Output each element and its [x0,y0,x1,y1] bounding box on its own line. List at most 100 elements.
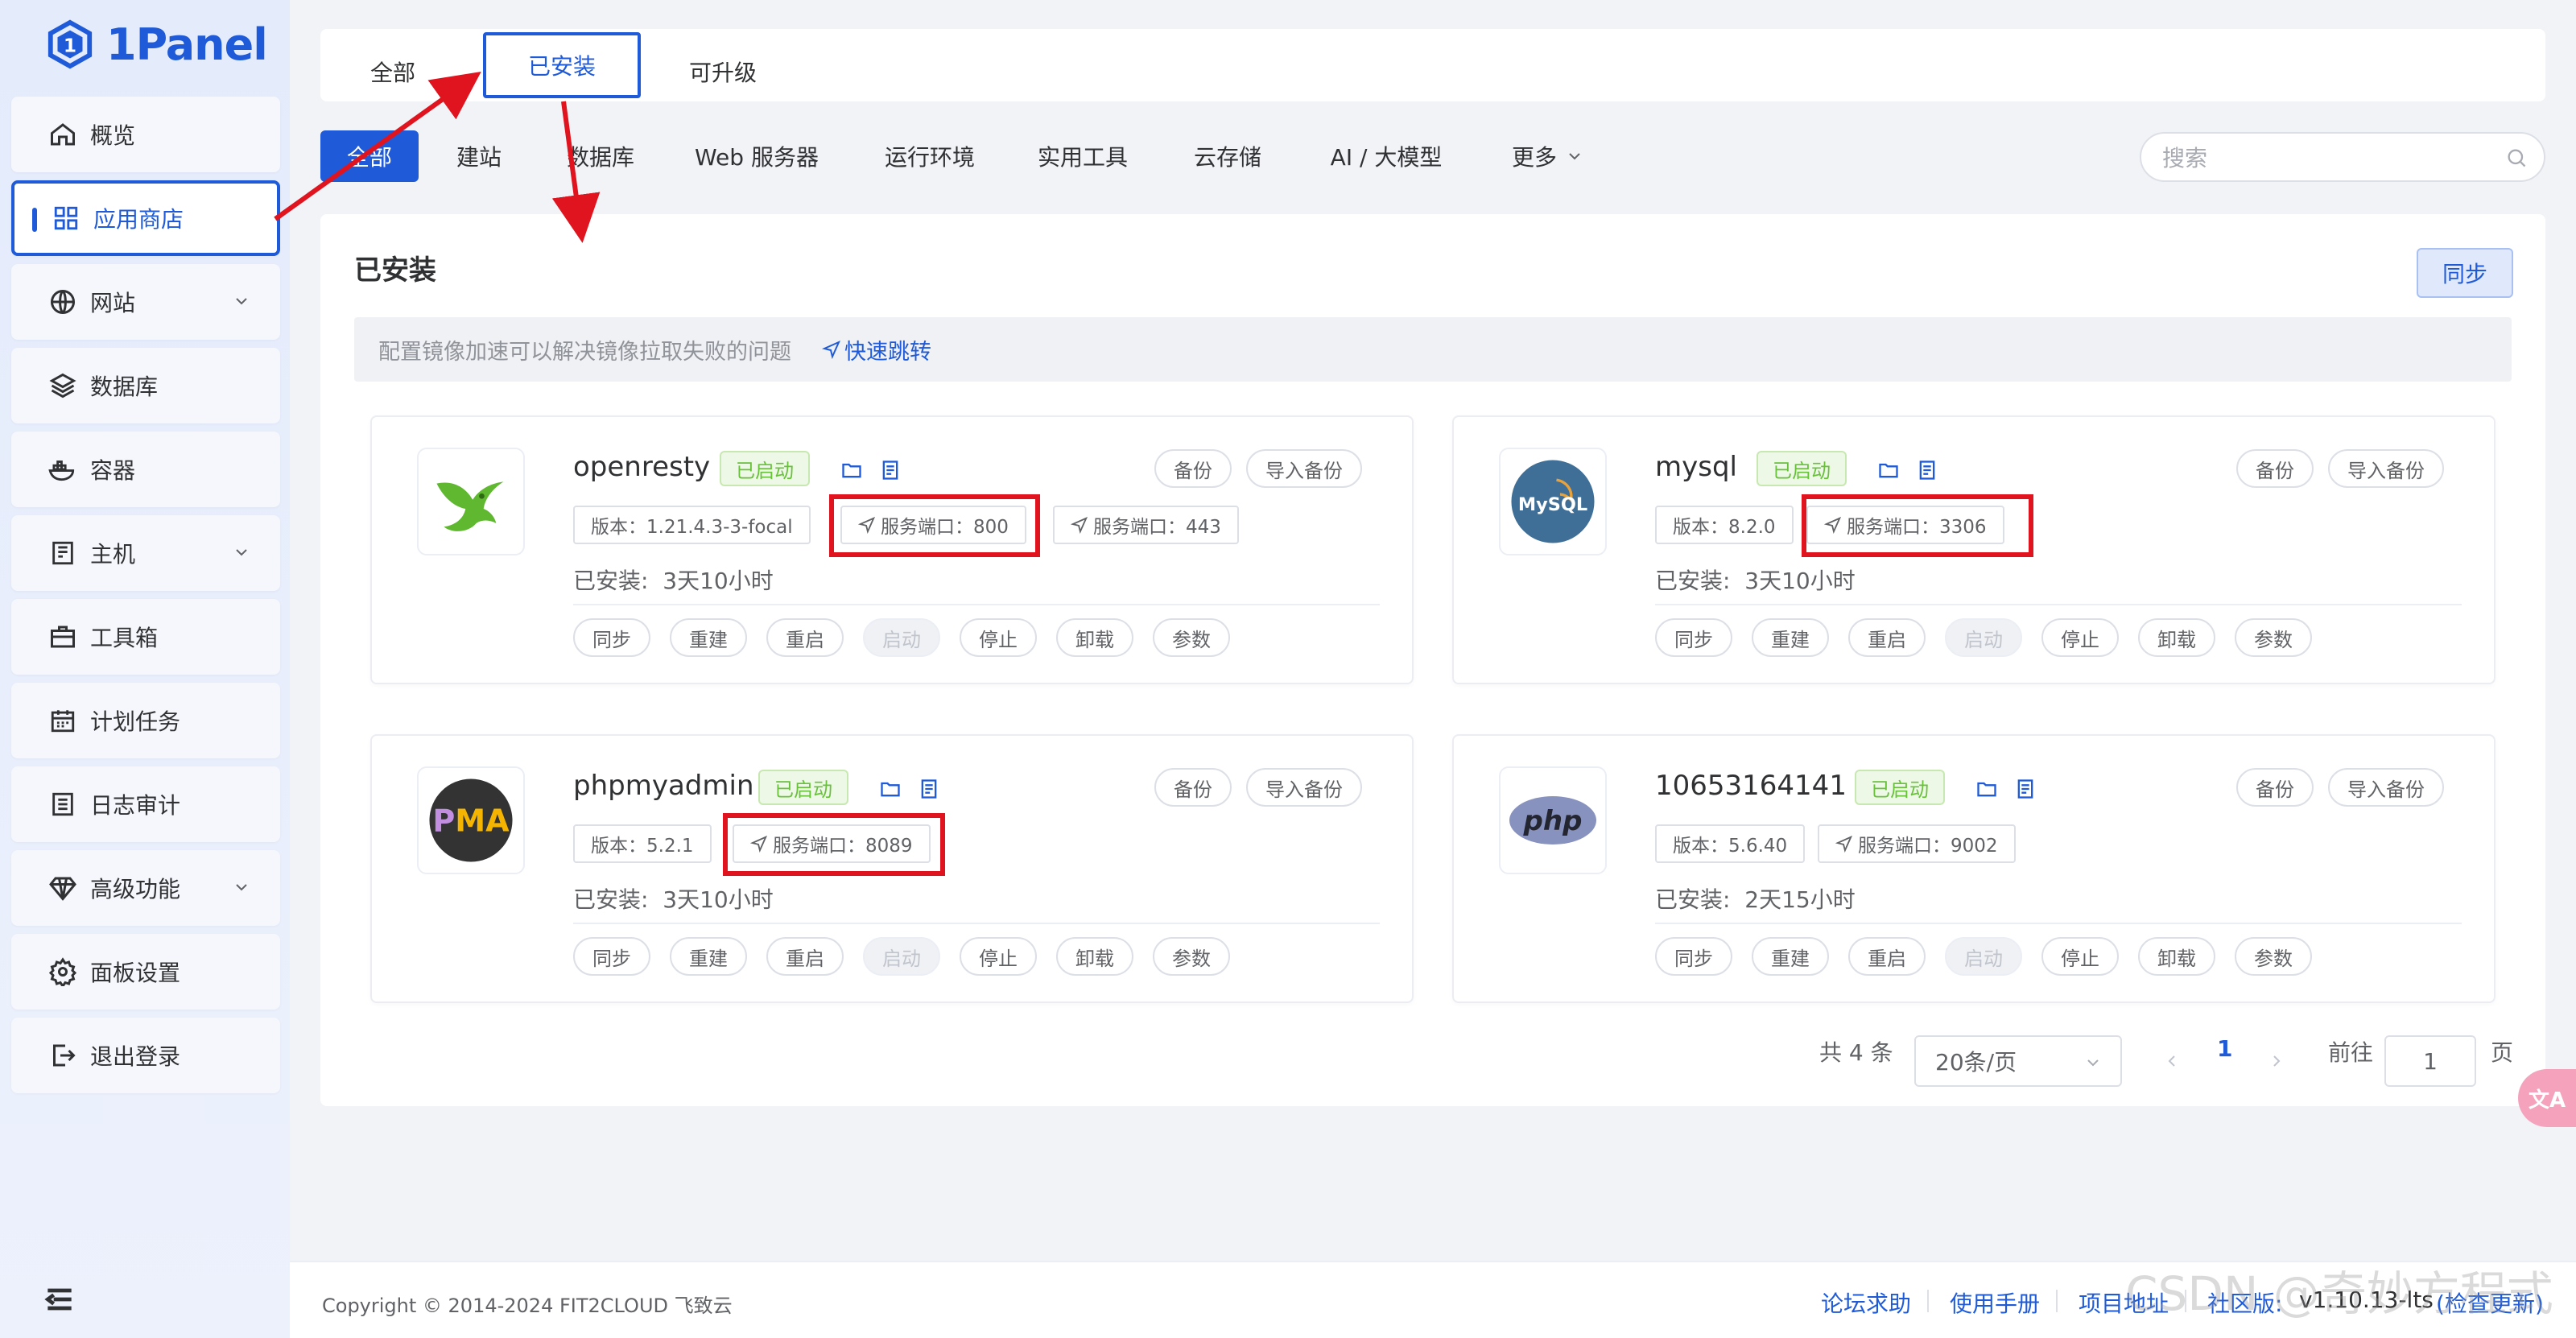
backup-button[interactable]: 备份 [1154,768,1232,807]
service-port-tag[interactable]: 服务端口：443 [1053,506,1239,544]
sidebar-item-website[interactable]: 网站 [11,264,280,340]
import-backup-button[interactable]: 导入备份 [1246,449,1362,488]
action-sync-button[interactable]: 同步 [1655,937,1732,976]
search-input[interactable]: 搜索 [2140,132,2545,182]
action-rebuild-button[interactable]: 重建 [1752,937,1829,976]
action-rebuild-button[interactable]: 重建 [670,937,747,976]
next-page-icon[interactable] [2267,1051,2286,1071]
action-start-button[interactable]: 启动 [1945,618,2022,657]
action-uninstall-button[interactable]: 卸载 [1056,618,1133,657]
sidebar-menu: 概览 应用商店 网站 数据库 容器 主机 工具箱 计划任务 日志审计 高级功能 … [11,97,280,1101]
import-backup-button[interactable]: 导入备份 [2328,449,2444,488]
backup-button[interactable]: 备份 [2236,768,2314,807]
action-restart-button[interactable]: 重启 [1848,618,1926,657]
svg-text:PMA: PMA [432,803,510,838]
sidebar-item-host[interactable]: 主机 [11,515,280,591]
action-stop-button[interactable]: 停止 [960,937,1037,976]
sidebar-item-advanced[interactable]: 高级功能 [11,850,280,926]
action-start-button[interactable]: 启动 [863,618,940,657]
highlight-phpmyadmin-port [723,813,945,876]
tab-installed[interactable]: 已安装 [483,32,641,98]
tab-upgradable[interactable]: 可升级 [667,47,779,97]
document-icon[interactable] [1916,459,1938,481]
footer-link-forum[interactable]: 论坛求助 [1821,1286,1911,1319]
phpmyadmin-logo: PMA [417,766,525,874]
action-stop-button[interactable]: 停止 [960,618,1037,657]
sidebar-item-app-store[interactable]: 应用商店 [11,180,280,256]
action-restart-button[interactable]: 重启 [766,937,844,976]
search-icon[interactable] [2505,147,2528,169]
pagination-total: 共 4 条 [1819,1039,1893,1066]
footer-link-manual[interactable]: 使用手册 [1950,1286,2040,1319]
category-more[interactable]: 更多 [1496,130,1600,182]
action-stop-button[interactable]: 停止 [2041,937,2119,976]
action-restart-button[interactable]: 重启 [766,618,844,657]
document-icon[interactable] [918,778,940,800]
category-runtime[interactable]: 运行环境 [876,130,984,182]
notice-text: 配置镜像加速可以解决镜像拉取失败的问题 [378,339,791,365]
folder-icon[interactable] [1975,778,1998,800]
action-params-button[interactable]: 参数 [1153,937,1230,976]
page-number-current[interactable]: 1 [2217,1035,2232,1062]
tab-all[interactable]: 全部 [345,47,441,97]
service-port-tag[interactable]: 服务端口：9002 [1818,824,2016,863]
sidebar-item-logout[interactable]: 退出登录 [11,1018,280,1093]
backup-button[interactable]: 备份 [1154,449,1232,488]
sidebar-item-cron[interactable]: 计划任务 [11,683,280,758]
card-divider [573,604,1380,605]
action-uninstall-button[interactable]: 卸载 [2138,618,2215,657]
category-storage[interactable]: 云存储 [1185,130,1270,182]
log-icon [47,788,79,820]
folder-icon[interactable] [879,778,902,800]
top-tab-bar: 全部 已安装 可升级 [320,29,2545,101]
apps-grid-icon [50,202,82,234]
action-rebuild-button[interactable]: 重建 [1752,618,1829,657]
action-sync-button[interactable]: 同步 [573,937,650,976]
import-backup-button[interactable]: 导入备份 [2328,768,2444,807]
version-tag: 版本：5.6.40 [1655,824,1806,863]
backup-button[interactable]: 备份 [2236,449,2314,488]
sync-button[interactable]: 同步 [2417,248,2513,298]
sidebar-item-container[interactable]: 容器 [11,432,280,507]
action-uninstall-button[interactable]: 卸载 [2138,937,2215,976]
sidebar-item-database[interactable]: 数据库 [11,348,280,423]
page-size-select[interactable]: 20条/页 [1914,1035,2122,1087]
highlight-mysql-port [1802,494,2033,557]
sidebar-item-label: 日志审计 [90,792,181,819]
folder-icon[interactable] [1877,459,1900,481]
logo[interactable]: 1 1Panel [45,16,268,72]
action-sync-button[interactable]: 同步 [1655,618,1732,657]
prev-page-icon[interactable] [2162,1051,2182,1071]
import-backup-button[interactable]: 导入备份 [1246,768,1362,807]
category-tools[interactable]: 实用工具 [1029,130,1137,182]
document-icon[interactable] [879,459,902,481]
sidebar-item-toolbox[interactable]: 工具箱 [11,599,280,675]
action-params-button[interactable]: 参数 [2235,618,2312,657]
action-start-button[interactable]: 启动 [1945,937,2022,976]
sidebar-item-overview[interactable]: 概览 [11,97,280,172]
category-site[interactable]: 建站 [443,130,515,182]
action-restart-button[interactable]: 重启 [1848,937,1926,976]
action-params-button[interactable]: 参数 [2235,937,2312,976]
category-web-server[interactable]: Web 服务器 [692,130,821,182]
sidebar-item-log-audit[interactable]: 日志审计 [11,766,280,842]
category-database[interactable]: 数据库 [559,130,642,182]
folder-icon[interactable] [840,459,863,481]
action-sync-button[interactable]: 同步 [573,618,650,657]
category-ai[interactable]: AI / 大模型 [1315,130,1457,182]
quick-jump-link[interactable]: 快速跳转 [822,334,931,365]
action-params-button[interactable]: 参数 [1153,618,1230,657]
translate-float-button[interactable]: 文A [2518,1069,2576,1127]
action-rebuild-button[interactable]: 重建 [670,618,747,657]
installed-value: 3天10小时 [663,886,774,913]
menu-collapse-icon[interactable] [42,1282,77,1317]
category-all[interactable]: 全部 [320,130,419,182]
action-start-button[interactable]: 启动 [863,937,940,976]
host-icon [47,537,79,569]
logout-icon [47,1039,79,1072]
action-uninstall-button[interactable]: 卸载 [1056,937,1133,976]
goto-page-input[interactable]: 1 [2384,1035,2476,1087]
sidebar-item-settings[interactable]: 面板设置 [11,934,280,1010]
action-stop-button[interactable]: 停止 [2041,618,2119,657]
document-icon[interactable] [2014,778,2037,800]
